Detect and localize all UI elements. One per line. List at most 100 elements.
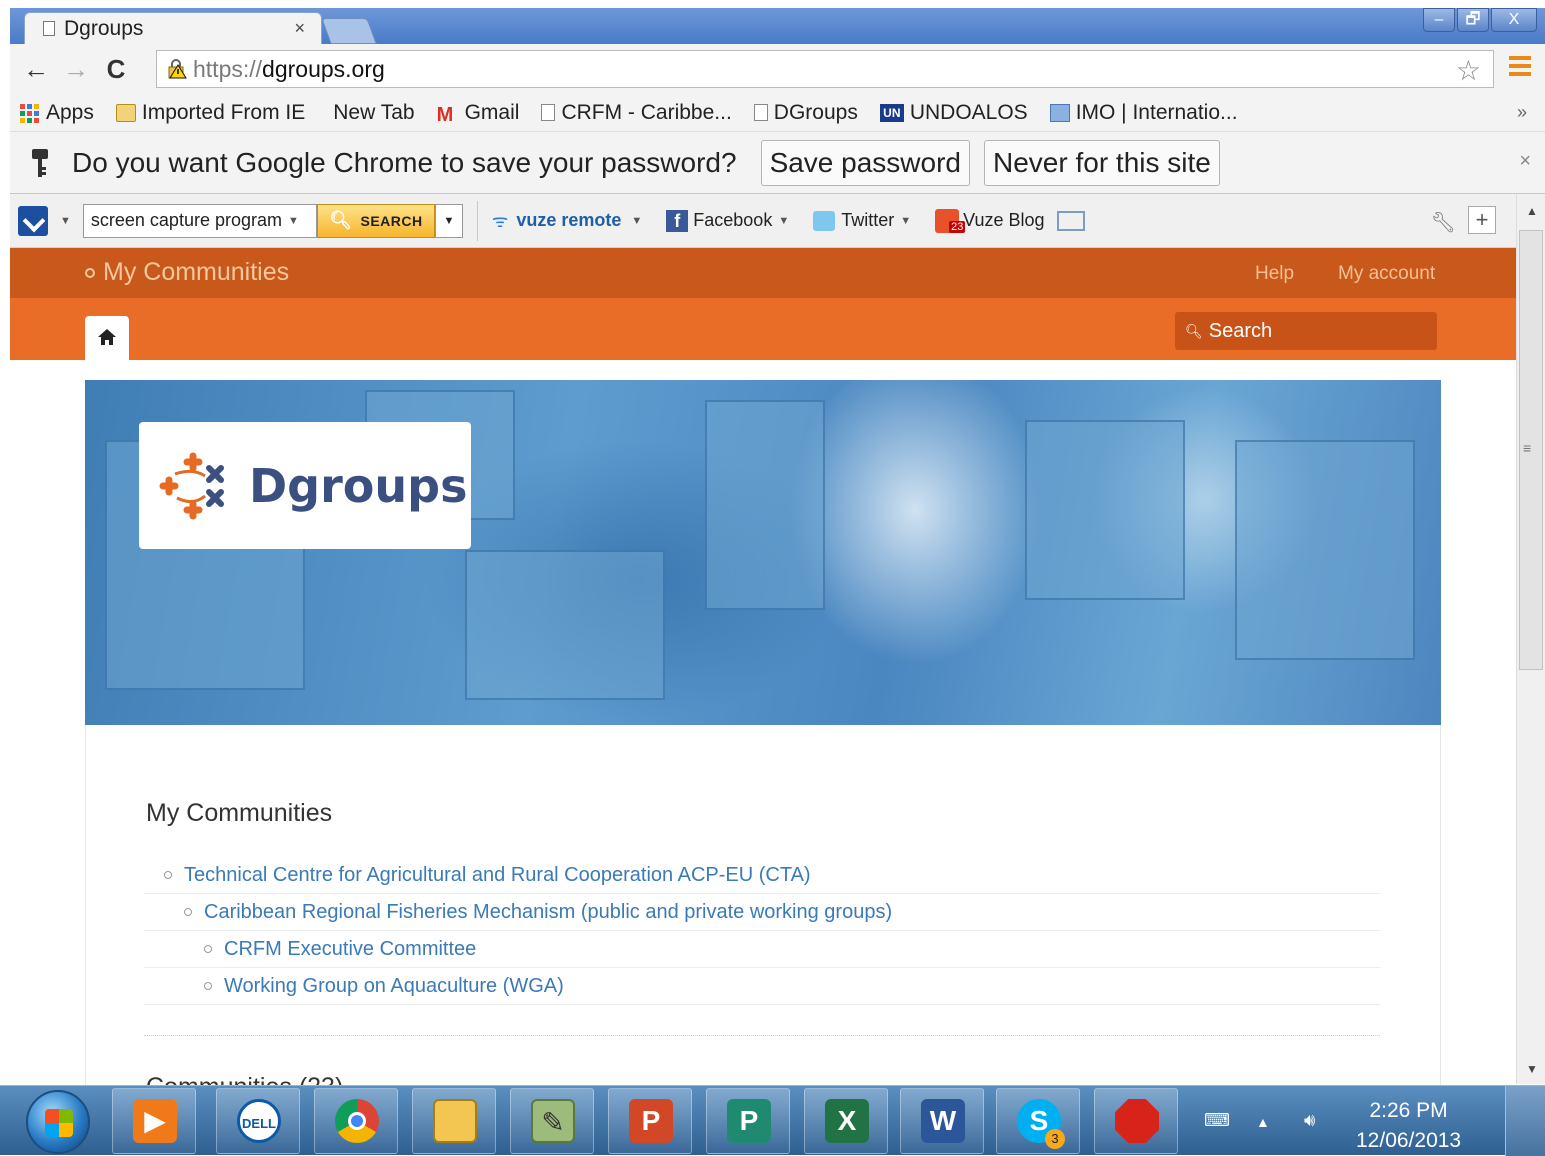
facebook-button[interactable]: f Facebook ▼: [666, 209, 795, 232]
bookmark-imo[interactable]: IMO | Internatio...: [1049, 100, 1238, 125]
main-content: My Communities Technical Centre for Agri…: [85, 725, 1441, 1085]
bookmarks-overflow-icon[interactable]: »: [1517, 102, 1527, 123]
taskbar-excel[interactable]: X: [804, 1088, 888, 1154]
mail-icon[interactable]: [1056, 210, 1085, 231]
page-icon: [753, 104, 768, 121]
chevron-down-icon: ▼: [900, 214, 912, 227]
bookmark-label: IMO | Internatio...: [1075, 100, 1238, 124]
scroll-up-icon[interactable]: ▲: [1526, 204, 1538, 218]
banner-texture-block: [1235, 440, 1415, 660]
dgroups-logo[interactable]: Dgroups: [139, 422, 471, 549]
taskbar-powerpoint[interactable]: P: [608, 1088, 692, 1154]
chrome-menu-icon[interactable]: [1509, 56, 1531, 80]
tab-close-icon[interactable]: ×: [294, 18, 305, 39]
show-hidden-icons-icon[interactable]: ▲: [1256, 1114, 1270, 1130]
section-title-communities: Communities (23): [146, 1073, 343, 1085]
taskbar-chrome[interactable]: [314, 1088, 398, 1154]
bullet-icon: [85, 267, 95, 278]
start-button[interactable]: [26, 1090, 90, 1154]
bookmark-gmail[interactable]: M Gmail: [437, 101, 520, 126]
community-link[interactable]: Working Group on Aquaculture (WGA): [224, 975, 564, 998]
window-controls: – 🗗 X: [1423, 8, 1537, 32]
help-link[interactable]: Help: [1255, 263, 1294, 285]
taskbar-publisher[interactable]: P: [706, 1088, 790, 1154]
bookmark-crfm[interactable]: CRFM - Caribbe...: [541, 100, 732, 125]
vuze-blog-label: Vuze Blog: [963, 210, 1045, 230]
search-icon: 🔍︎: [1185, 322, 1203, 339]
vuze-blog-button[interactable]: 23 Vuze Blog: [935, 208, 1085, 233]
minimize-button[interactable]: –: [1423, 8, 1455, 32]
home-tab[interactable]: [85, 316, 129, 360]
scroll-down-icon[interactable]: ▼: [1526, 1062, 1538, 1076]
taskbar-file-explorer[interactable]: [412, 1088, 496, 1154]
home-icon: [98, 329, 116, 345]
search-options-dropdown[interactable]: ▼: [434, 203, 463, 238]
password-infobar: Do you want Google Chrome to save your p…: [10, 132, 1545, 194]
file-explorer-icon: [433, 1099, 477, 1143]
taskbar-clock[interactable]: 2:26 PM 12/06/2013: [1356, 1096, 1461, 1156]
forward-button[interactable]: →: [56, 54, 96, 85]
facebook-label: Facebook: [693, 210, 773, 230]
tab-dgroups[interactable]: Dgroups ×: [24, 12, 322, 44]
taskbar-media-player[interactable]: ▶: [112, 1088, 196, 1154]
save-password-button[interactable]: Save password: [760, 139, 970, 186]
wifi-icon: ᯤ: [491, 210, 509, 231]
bookmark-imported-from-ie[interactable]: Imported From IE: [115, 100, 306, 125]
bookmark-label: Imported From IE: [141, 100, 306, 124]
back-button[interactable]: ←: [16, 54, 56, 85]
clock-time: 2:26 PM: [1369, 1099, 1448, 1122]
site-search-input[interactable]: 🔍︎ Search: [1175, 312, 1437, 350]
add-icon[interactable]: +: [1468, 206, 1496, 234]
chevron-down-icon[interactable]: ▼: [288, 215, 299, 227]
bookmark-undoalos[interactable]: UN UNDOALOS: [879, 101, 1028, 125]
maximize-button[interactable]: 🗗: [1457, 8, 1489, 32]
infobar-close-icon[interactable]: ×: [1519, 150, 1531, 173]
banner-texture-block: [705, 400, 825, 610]
toolbar-search-input[interactable]: screen capture program ▼: [82, 203, 317, 238]
community-item[interactable]: Technical Centre for Agricultural and Ru…: [144, 857, 1380, 894]
taskbar-skype[interactable]: S 3: [996, 1088, 1080, 1154]
bookmark-apps[interactable]: Apps: [20, 101, 94, 125]
notepad-icon: ✎: [531, 1099, 575, 1143]
skype-notification-badge: 3: [1045, 1129, 1065, 1149]
close-window-button[interactable]: X: [1491, 8, 1537, 32]
taskbar-notepad[interactable]: ✎: [510, 1088, 594, 1154]
banner-texture-block: [465, 550, 665, 700]
toolbar-search-button[interactable]: 🔍︎ SEARCH: [316, 203, 435, 238]
vuze-remote-button[interactable]: ᯤ vuze remote ▼: [492, 209, 648, 233]
bookmark-dgroups[interactable]: DGroups: [753, 101, 858, 125]
page-scrollbar[interactable]: ▲ ≡ ▼: [1516, 194, 1545, 1084]
taskbar-word[interactable]: W: [900, 1088, 984, 1154]
community-item[interactable]: CRFM Executive Committee: [144, 931, 1380, 968]
twitter-button[interactable]: Twitter ▼: [813, 210, 917, 231]
screen-top-edge: [0, 0, 1545, 8]
taskbar-red-app[interactable]: [1094, 1088, 1178, 1154]
community-item[interactable]: Caribbean Regional Fisheries Mechanism (…: [144, 894, 1380, 931]
wrench-icon[interactable]: 🔧︎: [1431, 210, 1456, 235]
clock-date: 12/06/2013: [1356, 1129, 1462, 1152]
community-link[interactable]: CRFM Executive Committee: [224, 938, 476, 961]
community-link[interactable]: Caribbean Regional Fisheries Mechanism (…: [204, 901, 892, 924]
chevron-down-icon[interactable]: ▼: [60, 215, 71, 227]
omnibox[interactable]: https://dgroups.org ☆: [156, 50, 1494, 88]
community-list: Technical Centre for Agricultural and Ru…: [144, 857, 1380, 1005]
tab-strip: Dgroups × – 🗗 X: [10, 8, 1545, 44]
vuze-logo-icon[interactable]: [18, 205, 48, 236]
bookmark-new-tab[interactable]: New Tab: [333, 101, 414, 125]
community-link[interactable]: Technical Centre for Agricultural and Ru…: [184, 864, 811, 887]
never-for-this-site-button[interactable]: Never for this site: [984, 139, 1220, 186]
volume-icon[interactable]: 🔊︎: [1304, 1110, 1315, 1131]
chevron-down-icon: ▼: [631, 214, 643, 227]
my-communities-link[interactable]: My Communities: [85, 258, 289, 287]
my-account-link[interactable]: My account: [1338, 263, 1435, 285]
bookmark-label: CRFM - Caribbe...: [561, 100, 732, 124]
url-scheme: https://: [193, 55, 263, 82]
community-item[interactable]: Working Group on Aquaculture (WGA): [144, 968, 1380, 1005]
bookmark-label: Apps: [46, 100, 94, 124]
reload-button[interactable]: C: [96, 54, 136, 85]
keyboard-icon[interactable]: ⌨: [1204, 1110, 1230, 1131]
taskbar-dell[interactable]: DELL: [216, 1088, 300, 1154]
bookmark-star-icon[interactable]: ☆: [1456, 54, 1481, 87]
new-tab-button[interactable]: [321, 18, 377, 44]
show-desktop-button[interactable]: [1505, 1086, 1545, 1156]
